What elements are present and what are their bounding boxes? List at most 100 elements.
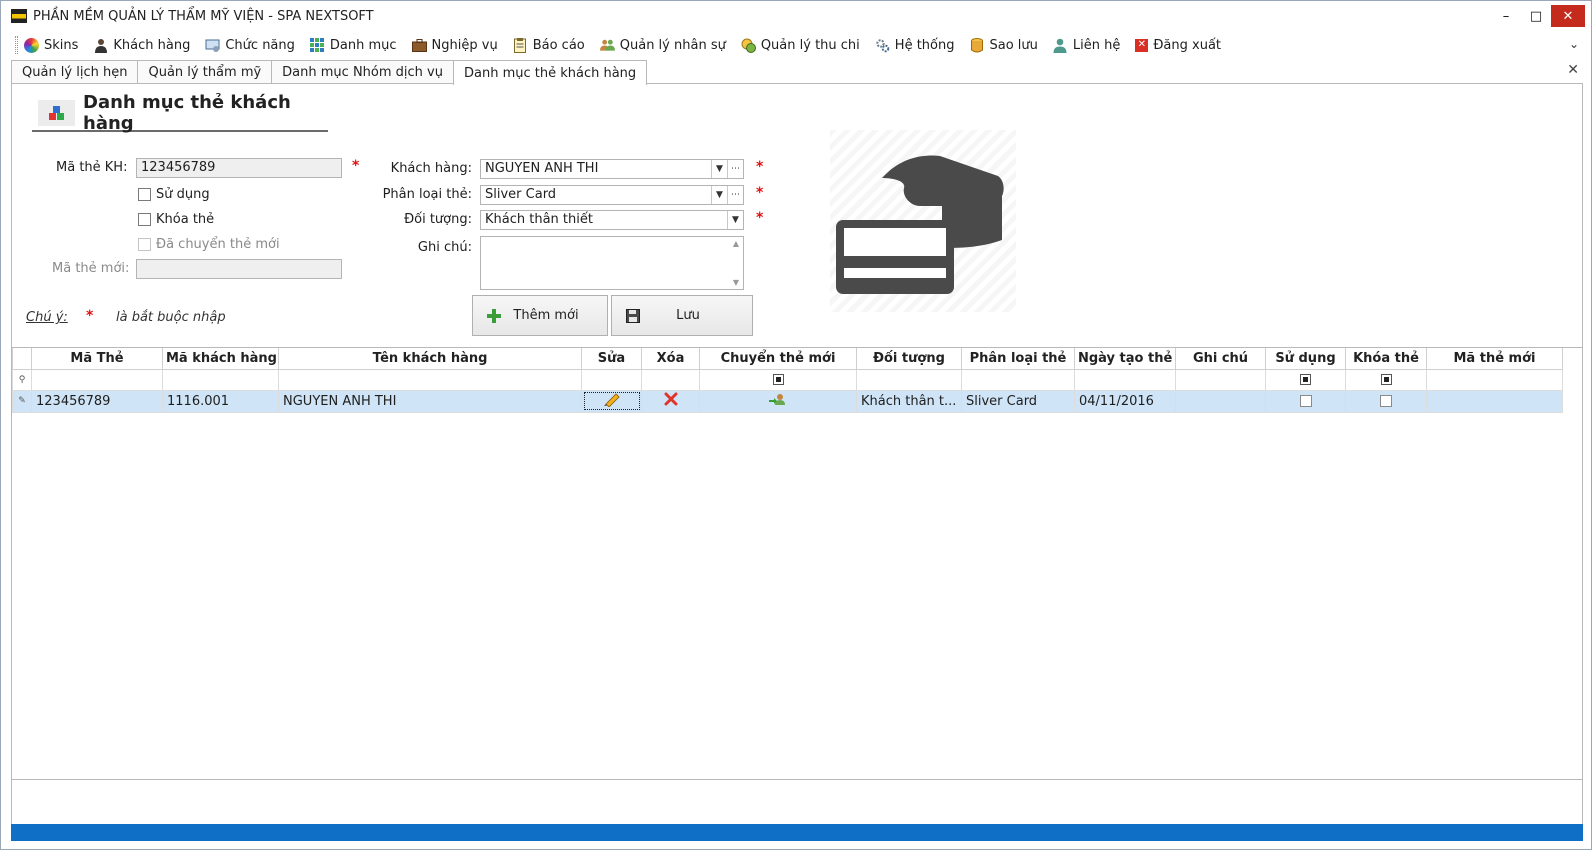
backup-icon	[969, 37, 984, 53]
col-edit[interactable]: Sửa	[581, 348, 642, 370]
cell-locked[interactable]	[1345, 389, 1427, 413]
filter-locked-checkbox[interactable]	[1380, 374, 1392, 385]
menu-customers[interactable]: Khách hàng	[93, 38, 190, 53]
col-created-date[interactable]: Ngày tạo thẻ	[1074, 348, 1176, 370]
grid-table: Mã Thẻ Mã khách hàng Tên khách hàng Sửa …	[12, 348, 1563, 413]
menu-customers-label: Khách hàng	[113, 37, 191, 53]
cell-customer-code[interactable]: 1116.001	[162, 389, 279, 413]
cell-customer-name[interactable]: NGUYEN ANH THI	[278, 389, 582, 413]
col-new-card[interactable]: Mã thẻ mới	[1426, 348, 1563, 370]
note-scrollbar[interactable]: ▲ ▼	[729, 237, 743, 289]
menu-reports[interactable]: Báo cáo	[513, 37, 585, 53]
transfer-card-icon[interactable]	[699, 389, 857, 413]
card-code-input[interactable]: 123456789	[136, 158, 342, 178]
menu-operations[interactable]: Nghiệp vụ	[411, 38, 498, 53]
col-delete[interactable]: Xóa	[641, 348, 700, 370]
note-textarea[interactable]: ▲ ▼	[480, 236, 744, 290]
col-in-use[interactable]: Sử dụng	[1265, 348, 1346, 370]
filter-cell-in-use[interactable]	[1265, 368, 1346, 391]
filter-cell-locked[interactable]	[1345, 368, 1427, 391]
locked-checkbox-box[interactable]	[138, 213, 151, 226]
menu-catalog[interactable]: Danh mục	[310, 38, 397, 53]
note-label: Ghi chú:	[417, 240, 472, 255]
filter-cell-transfer[interactable]	[699, 368, 857, 391]
filter-cell-created[interactable]	[1074, 368, 1176, 391]
col-customer-code[interactable]: Mã khách hàng	[162, 348, 279, 370]
filter-cell-new-card[interactable]	[1426, 368, 1563, 391]
card-type-lookup-ellipsis-icon[interactable]: ⋯	[727, 186, 743, 204]
col-customer-name[interactable]: Tên khách hàng	[278, 348, 582, 370]
cell-note[interactable]	[1175, 389, 1266, 413]
menu-system[interactable]: Hệ thống	[875, 38, 954, 53]
menu-grip[interactable]	[15, 36, 18, 54]
filter-cell-card-type[interactable]	[961, 368, 1075, 391]
tab-appointments[interactable]: Quản lý lịch hẹn	[11, 60, 139, 84]
in-use-checkbox[interactable]: Sử dụng	[138, 187, 210, 202]
target-combo[interactable]: Khách thân thiết ▼	[480, 210, 744, 230]
cell-new-card[interactable]	[1426, 389, 1563, 413]
cell-card-code[interactable]: 123456789	[31, 389, 163, 413]
customer-icon	[93, 38, 108, 53]
target-dropdown-chevron-icon[interactable]: ▼	[727, 211, 743, 229]
filter-cell-card-code[interactable]	[31, 368, 163, 391]
card-type-required-mark: *	[756, 185, 764, 201]
cell-target[interactable]: Khách thân t...	[856, 389, 962, 413]
target-label: Đối tượng:	[404, 212, 472, 227]
save-button[interactable]: Lưu	[611, 295, 753, 336]
menu-contact[interactable]: Liên hệ	[1053, 38, 1120, 53]
card-code-label: Mã thẻ KH:	[56, 160, 128, 175]
maximize-button[interactable]: □	[1521, 1, 1551, 31]
menu-backup-label: Sao lưu	[989, 37, 1038, 53]
filter-cell-target[interactable]	[856, 368, 962, 391]
delete-x-icon[interactable]	[641, 389, 700, 413]
cell-card-type[interactable]: Sliver Card	[961, 389, 1075, 413]
transferred-checkbox: Đã chuyển thẻ mới	[138, 237, 280, 252]
filter-transfer-checkbox[interactable]	[772, 374, 784, 385]
col-target[interactable]: Đối tượng	[856, 348, 962, 370]
notice-title: Chú ý:	[26, 310, 68, 325]
menu-skins-label: Skins	[44, 37, 79, 53]
filter-in-use-checkbox[interactable]	[1300, 374, 1311, 385]
close-window-button[interactable]: ✕	[1551, 5, 1585, 27]
customer-combo[interactable]: NGUYEN ANH THI ▼ ⋯	[480, 159, 744, 179]
cell-in-use[interactable]	[1265, 389, 1346, 413]
customer-lookup-ellipsis-icon[interactable]: ⋯	[727, 160, 743, 178]
menu-logout-label: Đăng xuất	[1153, 37, 1222, 53]
close-tab-icon[interactable]: ✕	[1567, 62, 1579, 78]
app-logo-icon	[11, 9, 27, 23]
in-use-checkbox-box[interactable]	[138, 188, 151, 201]
table-row[interactable]: ✎ 123456789 1116.001 NGUYEN ANH THI Khác…	[12, 389, 1563, 413]
menu-staff[interactable]: Quản lý nhân sự	[599, 38, 726, 53]
col-note[interactable]: Ghi chú	[1175, 348, 1266, 370]
menu-overflow-chevron-icon[interactable]: ⌄	[1569, 37, 1579, 51]
col-card-code[interactable]: Mã Thẻ	[31, 348, 163, 370]
locked-checkbox[interactable]: Khóa thẻ	[138, 212, 214, 227]
col-transfer[interactable]: Chuyển thẻ mới	[699, 348, 857, 370]
menu-backup[interactable]: Sao lưu	[969, 37, 1038, 53]
add-new-button[interactable]: Thêm mới	[472, 295, 608, 336]
col-locked[interactable]: Khóa thẻ	[1345, 348, 1427, 370]
cell-created-date[interactable]: 04/11/2016	[1074, 389, 1176, 413]
filter-cell-customer-code[interactable]	[162, 368, 279, 391]
col-card-type[interactable]: Phân loại thẻ	[961, 348, 1075, 370]
card-type-dropdown-chevron-icon[interactable]: ▼	[711, 186, 727, 204]
window-title: PHẦN MỀM QUẢN LÝ THẨM MỸ VIỆN - SPA NEXT…	[33, 8, 374, 24]
tab-customer-cards[interactable]: Danh mục thẻ khách hàng	[452, 60, 648, 85]
edit-pencil-icon[interactable]	[581, 389, 642, 413]
minimize-button[interactable]: –	[1491, 1, 1521, 31]
menu-bar: Skins Khách hàng Chức năng Danh mục Nghi…	[1, 32, 1591, 58]
menu-functions[interactable]: Chức năng	[205, 38, 295, 53]
row-locked-checkbox[interactable]	[1380, 395, 1392, 407]
menu-skins[interactable]: Skins	[24, 37, 79, 53]
row-in-use-checkbox[interactable]	[1299, 395, 1312, 407]
tab-service-groups[interactable]: Danh mục Nhóm dịch vụ	[271, 60, 454, 84]
menu-finance[interactable]: Quản lý thu chi	[741, 38, 860, 53]
card-type-combo[interactable]: Sliver Card ▼ ⋯	[480, 185, 744, 205]
filter-cell-note[interactable]	[1175, 368, 1266, 391]
filter-cell-delete	[641, 368, 700, 391]
filter-cell-customer-name[interactable]	[278, 368, 582, 391]
menu-logout[interactable]: ✕ Đăng xuất	[1135, 38, 1221, 53]
page-heading: Danh mục thẻ khách hàng	[32, 92, 328, 134]
customer-dropdown-chevron-icon[interactable]: ▼	[711, 160, 727, 178]
tab-aesthetics[interactable]: Quản lý thẩm mỹ	[137, 60, 273, 84]
